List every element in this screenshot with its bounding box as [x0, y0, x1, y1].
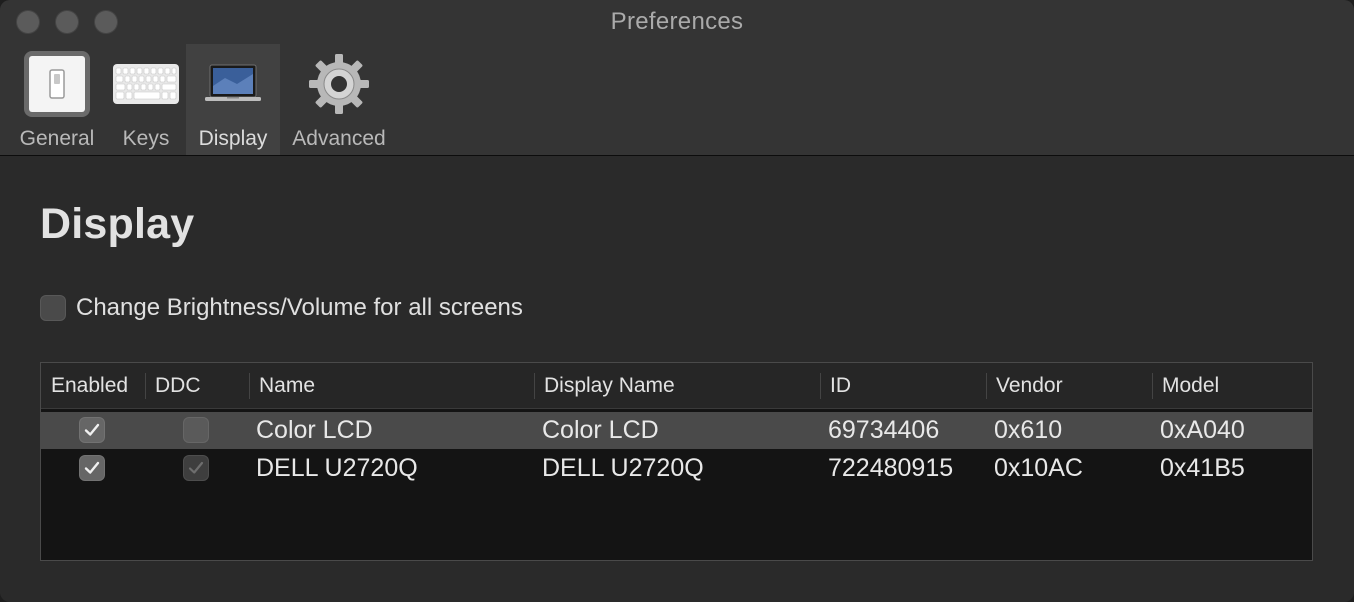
cell-id: 69734406	[828, 416, 940, 444]
cell-name: Color LCD	[256, 416, 373, 444]
all-screens-checkbox[interactable]	[40, 295, 66, 321]
enabled-checkbox[interactable]	[79, 417, 105, 443]
column-header-vendor[interactable]: Vendor	[988, 363, 1148, 409]
cell-model: 0xA040	[1160, 416, 1245, 444]
switch-icon	[23, 50, 91, 123]
tab-general[interactable]: General	[8, 44, 106, 155]
tab-label: General	[19, 127, 95, 150]
cell-vendor: 0x10AC	[994, 454, 1083, 482]
table-header: Enabled DDC Name Display Name ID Vendor …	[41, 363, 1312, 409]
cell-id: 722480915	[828, 454, 954, 482]
laptop-display-icon	[205, 64, 261, 109]
cell-display-name: DELL U2720Q	[542, 454, 704, 482]
column-header-display-name[interactable]: Display Name	[536, 363, 816, 409]
column-header-enabled[interactable]: Enabled	[43, 363, 143, 409]
tab-display[interactable]: Display	[186, 44, 280, 155]
table-row[interactable]: Color LCD Color LCD 69734406 0x610 0xA04…	[41, 412, 1312, 449]
cell-name: DELL U2720Q	[256, 454, 418, 482]
window-title: Preferences	[610, 8, 744, 35]
column-header-id[interactable]: ID	[822, 363, 982, 409]
cell-vendor: 0x610	[994, 416, 1063, 444]
preferences-window: Preferences General Keys Display Advance…	[0, 0, 1354, 602]
keyboard-icon	[113, 63, 179, 109]
tab-advanced[interactable]: Advanced	[280, 44, 398, 155]
column-header-ddc[interactable]: DDC	[147, 363, 247, 409]
table-row[interactable]: DELL U2720Q DELL U2720Q 722480915 0x10AC…	[41, 450, 1312, 487]
toolbar-tabs: General Keys Display Advanced	[8, 44, 398, 155]
column-header-model[interactable]: Model	[1154, 363, 1304, 409]
toolbar: Preferences General Keys Display Advance…	[0, 0, 1354, 156]
cell-display-name: Color LCD	[542, 416, 659, 444]
tab-label: Keys	[122, 127, 170, 150]
display-pane: Display Change Brightness/Volume for all…	[0, 156, 1354, 602]
ddc-checkbox	[183, 455, 209, 481]
enabled-checkbox[interactable]	[79, 455, 105, 481]
tab-label: Display	[198, 127, 268, 150]
checkmark-icon	[84, 461, 100, 474]
displays-table[interactable]: Enabled DDC Name Display Name ID Vendor …	[40, 362, 1313, 561]
cell-model: 0x41B5	[1160, 454, 1245, 482]
all-screens-label: Change Brightness/Volume for all screens	[76, 294, 523, 321]
ddc-checkbox[interactable]	[183, 417, 209, 443]
tab-label: Advanced	[292, 127, 386, 150]
all-screens-checkbox-row[interactable]: Change Brightness/Volume for all screens	[40, 294, 523, 322]
checkmark-icon	[188, 461, 204, 474]
checkmark-icon	[84, 423, 100, 436]
gear-icon	[307, 52, 371, 121]
column-header-name[interactable]: Name	[251, 363, 531, 409]
page-title: Display	[40, 200, 195, 248]
tab-keys[interactable]: Keys	[106, 44, 186, 155]
